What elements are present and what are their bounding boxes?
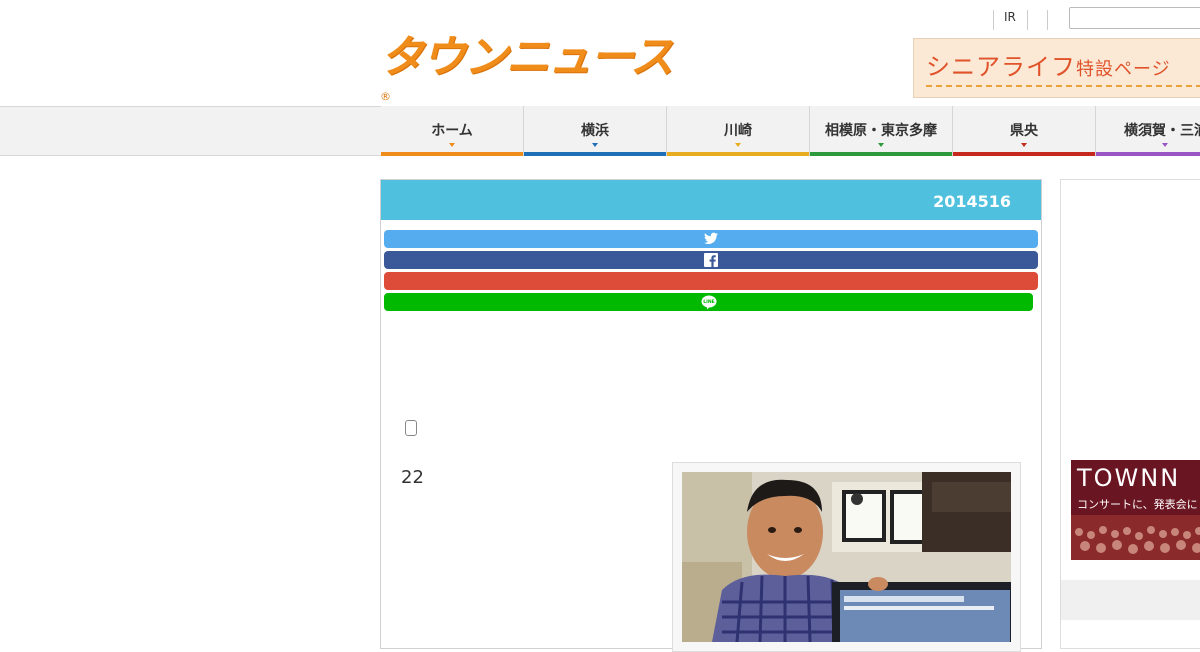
chevron-down-icon: [735, 143, 741, 147]
nav-item-yokohama[interactable]: 横浜: [524, 106, 667, 156]
nav-item-yokosuka-miura[interactable]: 横須賀・三浦: [1096, 106, 1200, 156]
twitter-share-button[interactable]: [384, 230, 1038, 248]
article-date: 2014516: [933, 192, 1011, 211]
ir-link[interactable]: IR: [1004, 10, 1016, 30]
article-checkbox[interactable]: [405, 420, 417, 436]
util-divider: [993, 10, 994, 30]
logo-text: タウンニュース: [380, 32, 674, 83]
nav-color-bar: [667, 152, 809, 156]
line-share-button[interactable]: LINE: [384, 293, 1033, 311]
senior-life-banner[interactable]: シニアライフ特設ページ: [913, 38, 1200, 98]
article-photo-frame: [672, 462, 1021, 652]
facebook-f-icon: [704, 253, 718, 267]
banner-underline: [926, 85, 1200, 87]
svg-text:LINE: LINE: [703, 299, 715, 305]
nav-color-bar: [524, 152, 666, 156]
article-photo: [682, 472, 1011, 642]
line-icon: LINE: [701, 295, 716, 310]
nav-item-kawasaki[interactable]: 川崎: [667, 106, 810, 156]
article-number: 22: [401, 467, 424, 488]
chevron-down-icon: [878, 143, 884, 147]
facebook-share-button[interactable]: [384, 251, 1038, 269]
util-divider: [1047, 10, 1048, 30]
chevron-down-icon: [1021, 143, 1027, 147]
google-plus-share-button[interactable]: [384, 272, 1038, 290]
chevron-down-icon: [1162, 143, 1168, 147]
ad-title: TOWNN: [1077, 464, 1181, 492]
sidebar-box: [1060, 179, 1200, 649]
banner-text: シニアライフ特設ページ: [926, 53, 1171, 81]
chevron-down-icon: [592, 143, 598, 147]
nav-item-kenou[interactable]: 県央: [953, 106, 1096, 156]
logo-registered-mark: ®: [380, 90, 391, 103]
util-divider: [1027, 10, 1028, 30]
nav-color-bar: [953, 152, 1095, 156]
sidebar-ad-banner[interactable]: TOWNN コンサートに、発表会に: [1071, 460, 1200, 560]
nav-item-sagamihara-tokyo-tama[interactable]: 相模原・東京多摩: [810, 106, 953, 156]
article-date-bar: 2014516: [381, 180, 1041, 220]
chevron-down-icon: [449, 143, 455, 147]
nav-color-bar: [381, 152, 523, 156]
nav-color-bar: [1096, 152, 1200, 156]
site-logo[interactable]: タウンニュース ®: [380, 32, 674, 103]
twitter-bird-icon: [704, 232, 718, 245]
nav-color-bar: [810, 152, 952, 156]
nav-item-home[interactable]: ホーム: [381, 106, 524, 156]
ad-subtitle: コンサートに、発表会に: [1077, 498, 1198, 511]
sidebar-panel: [1061, 580, 1200, 620]
search-input[interactable]: [1069, 7, 1200, 29]
